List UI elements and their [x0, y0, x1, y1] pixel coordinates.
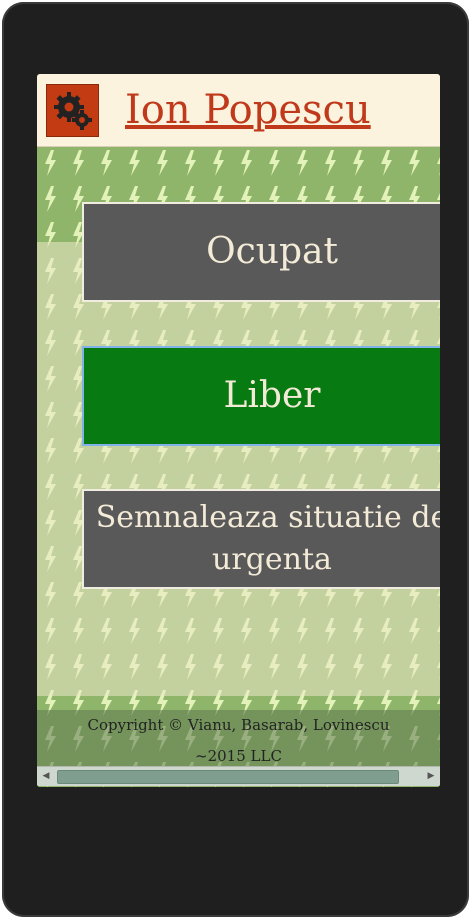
device-frame: Ion Popescu Ocupat Liber Semnaleaza situ…	[2, 2, 469, 917]
content-panel	[37, 242, 440, 696]
scroll-right-arrow-icon[interactable]: ▶	[424, 769, 438, 783]
ocupat-button[interactable]: Ocupat	[82, 202, 440, 302]
horizontal-scrollbar[interactable]: ◀ ▶	[37, 766, 440, 786]
footer: Copyright © Vianu, Basarab, Lovinescu ~2…	[37, 710, 440, 772]
gears-icon	[54, 92, 92, 130]
scroll-thumb[interactable]	[57, 770, 399, 784]
liber-button[interactable]: Liber	[82, 346, 440, 446]
urgent-button[interactable]: Semnaleaza situatie de urgenta	[82, 489, 440, 589]
scroll-left-arrow-icon[interactable]: ◀	[39, 769, 53, 783]
copyright-text: Copyright © Vianu, Basarab, Lovinescu	[87, 716, 390, 734]
app-header: Ion Popescu	[37, 74, 440, 147]
app-screen: Ion Popescu Ocupat Liber Semnaleaza situ…	[37, 74, 440, 787]
settings-button[interactable]	[46, 84, 99, 137]
user-name-link[interactable]: Ion Popescu	[125, 84, 371, 136]
